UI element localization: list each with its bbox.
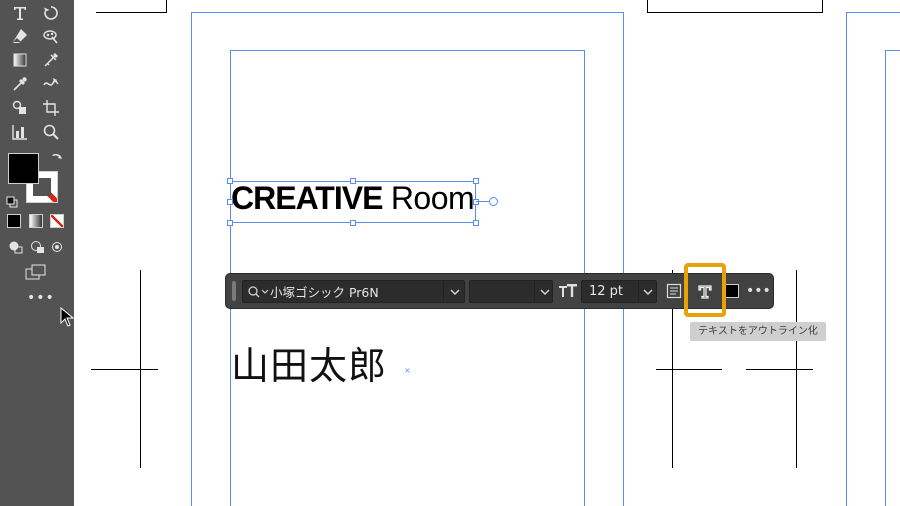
- mouse-pointer-icon: [60, 306, 75, 327]
- draw-normal-icon[interactable]: [8, 239, 24, 254]
- selection-handle[interactable]: [227, 220, 233, 226]
- crop-mark: [746, 369, 813, 370]
- crop-mark: [822, 0, 823, 13]
- text-type-handle-line: [476, 201, 490, 202]
- field-divider: [534, 281, 535, 302]
- selection-handle[interactable]: [350, 220, 356, 226]
- name-text[interactable]: 山田太郎: [231, 342, 387, 390]
- puppet-warp-tool-icon[interactable]: [40, 26, 62, 46]
- text-type-handle[interactable]: [489, 197, 498, 206]
- crop-mark: [166, 0, 167, 13]
- zoom-tool-icon[interactable]: [40, 122, 62, 142]
- document-canvas[interactable]: CREATIVE Room 山田太郎 ×: [74, 0, 900, 506]
- trim-guide-next: [885, 50, 900, 506]
- shape-builder-tool-icon[interactable]: [9, 98, 31, 118]
- font-family-value: 小塚ゴシック Pr6N: [270, 285, 379, 300]
- artboard-tool-icon[interactable]: [40, 98, 62, 118]
- field-divider: [443, 281, 444, 302]
- crop-mark: [91, 369, 158, 370]
- selection-handle[interactable]: [473, 199, 479, 205]
- font-size-value: 12 pt: [589, 284, 624, 299]
- chevron-down-icon[interactable]: [539, 284, 551, 303]
- default-fill-stroke-icon[interactable]: [6, 193, 18, 208]
- type-tool-icon[interactable]: [9, 3, 31, 23]
- taskbar-grip-handle[interactable]: [232, 281, 236, 301]
- font-search-icon[interactable]: [247, 284, 271, 303]
- more-options-button[interactable]: •••: [746, 281, 771, 301]
- chevron-down-icon[interactable]: [449, 284, 461, 303]
- font-size-field[interactable]: 12 pt: [581, 280, 657, 303]
- crop-mark: [656, 369, 722, 370]
- rotate-tool-icon[interactable]: [40, 3, 62, 23]
- selection-bounding-box[interactable]: [230, 181, 476, 223]
- crop-mark: [647, 12, 823, 13]
- chevron-down-icon[interactable]: [642, 284, 654, 303]
- highlight-annotation: [684, 263, 726, 317]
- graph-tool-icon[interactable]: [9, 122, 31, 142]
- font-style-field[interactable]: [469, 280, 553, 303]
- edit-toolbar-icon[interactable]: •••: [27, 291, 54, 305]
- gradient-mode-button[interactable]: [29, 214, 43, 228]
- crop-mark: [96, 12, 167, 13]
- draw-inside-icon[interactable]: [50, 239, 66, 253]
- swap-fill-stroke-icon[interactable]: [50, 151, 64, 165]
- field-divider: [638, 281, 639, 302]
- font-family-field[interactable]: 小塚ゴシック Pr6N: [242, 280, 465, 303]
- tooltip: テキストをアウトライン化: [690, 322, 826, 341]
- selection-handle[interactable]: [227, 199, 233, 205]
- selection-handle[interactable]: [473, 220, 479, 226]
- blend-tool-icon[interactable]: [40, 74, 62, 94]
- text-anchor-mark: ×: [404, 366, 411, 375]
- selection-handle[interactable]: [350, 178, 356, 184]
- color-mode-button[interactable]: [7, 214, 21, 228]
- text-color-swatch[interactable]: [725, 284, 739, 298]
- none-mode-button[interactable]: [50, 214, 64, 228]
- gradient-tool-icon[interactable]: [9, 50, 31, 70]
- mesh-tool-icon[interactable]: [40, 50, 62, 70]
- tools-panel: •••: [0, 0, 75, 506]
- screen-mode-icon[interactable]: [25, 264, 47, 280]
- font-size-icon: [558, 282, 578, 304]
- draw-behind-icon[interactable]: [30, 239, 46, 253]
- selection-handle[interactable]: [227, 178, 233, 184]
- fill-swatch[interactable]: [8, 153, 39, 184]
- eyedropper-tool-icon[interactable]: [9, 74, 31, 94]
- selection-handle[interactable]: [473, 178, 479, 184]
- eraser-tool-icon[interactable]: [9, 26, 31, 46]
- paragraph-icon[interactable]: [666, 283, 682, 303]
